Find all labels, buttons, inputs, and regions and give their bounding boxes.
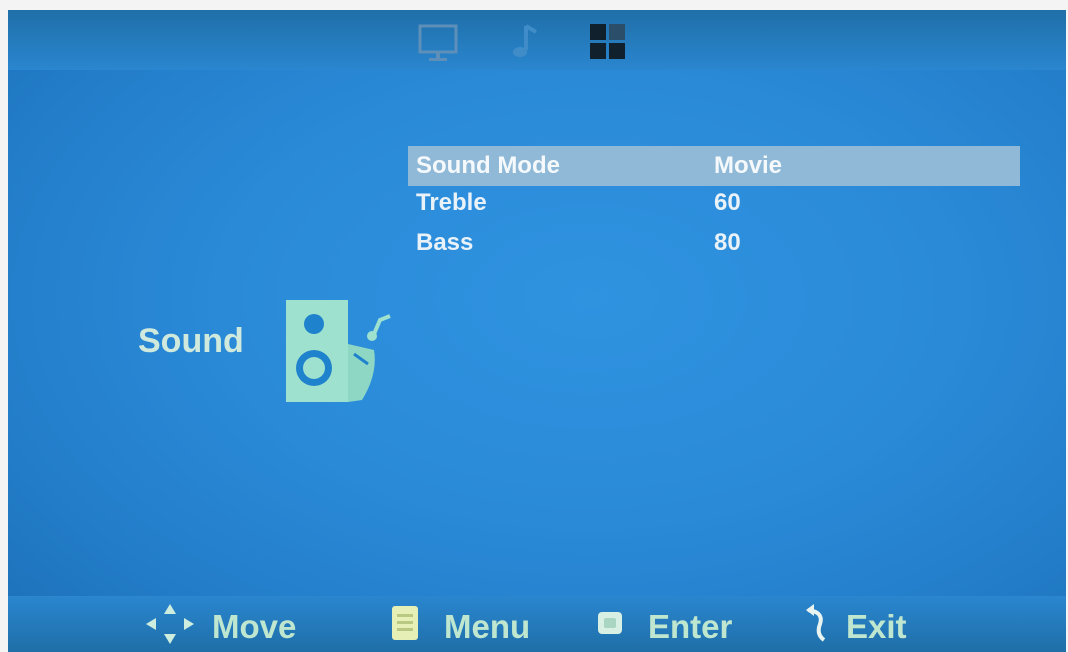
monitor-icon[interactable] xyxy=(416,20,460,64)
menu-key-icon xyxy=(392,606,418,640)
menu-hint-label: Menu xyxy=(444,608,531,645)
setting-value: 80 xyxy=(714,229,741,256)
sound-settings-list: Sound Mode Movie Treble 60 Bass 80 xyxy=(408,146,1020,266)
navigation-hint-bar: Move Menu Enter Exit xyxy=(8,596,1066,652)
speaker-music-icon xyxy=(286,300,391,402)
tv-osd-screen: Sound Mode Movie Treble 60 Bass 80 Sound xyxy=(8,10,1066,652)
exit-hint-label: Exit xyxy=(846,608,907,645)
setting-label: Bass xyxy=(416,229,474,256)
menu-row-treble[interactable]: Treble 60 xyxy=(408,186,1020,226)
menu-row-sound-mode[interactable]: Sound Mode Movie xyxy=(408,146,1020,186)
category-title: Sound xyxy=(138,322,244,360)
music-note-icon[interactable] xyxy=(502,20,546,64)
menu-row-bass[interactable]: Bass 80 xyxy=(408,226,1020,266)
return-arrow-icon xyxy=(806,604,826,642)
arrow-keys-icon xyxy=(146,604,194,644)
setting-label: Treble xyxy=(416,189,487,216)
exit-hint: Exit xyxy=(798,602,907,646)
setting-value: Movie xyxy=(714,152,783,179)
setting-label: Sound Mode xyxy=(416,152,560,179)
enter-hint-label: Enter xyxy=(648,608,733,645)
top-tab-bar xyxy=(8,10,1066,70)
enter-hint: Enter xyxy=(592,602,732,646)
grid-icon[interactable] xyxy=(586,20,630,64)
enter-key-icon xyxy=(598,612,622,634)
move-hint-label: Move xyxy=(212,608,297,645)
menu-hint: Menu xyxy=(386,602,530,646)
setting-value: 60 xyxy=(714,189,741,216)
